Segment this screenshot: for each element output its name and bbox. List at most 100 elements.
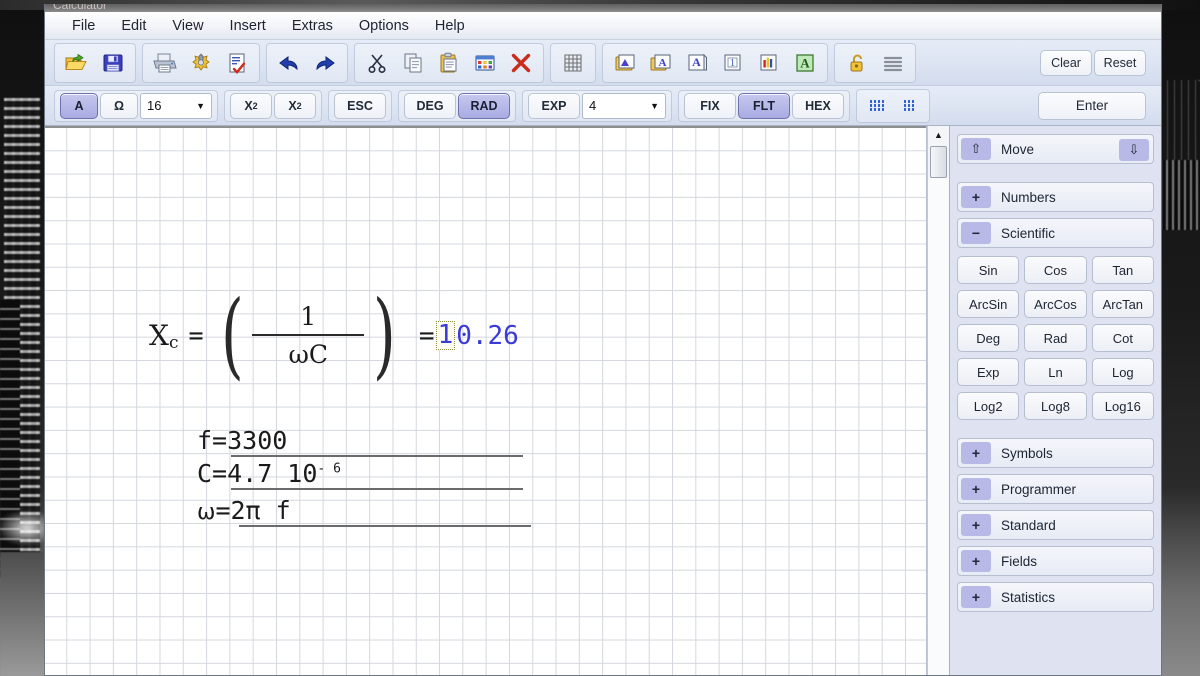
undo-icon[interactable] (272, 46, 306, 80)
result-selected-digit[interactable]: 1 (435, 321, 456, 351)
save-icon[interactable] (96, 46, 130, 80)
sci-button-log2[interactable]: Log2 (957, 392, 1020, 420)
dot-grid-small-icon[interactable] (862, 92, 892, 120)
menu-item-edit[interactable]: Edit (108, 15, 159, 37)
scroll-up-icon[interactable]: ▲ (929, 126, 949, 144)
lines-icon[interactable] (876, 46, 910, 80)
vertical-scrollbar[interactable]: ▲ (927, 126, 949, 675)
superscript-button[interactable]: X2 (230, 92, 272, 119)
result-equals: = (418, 320, 435, 351)
chart-icon[interactable] (752, 46, 786, 80)
print-setup-icon[interactable] (184, 46, 218, 80)
green-text-icon[interactable]: A (788, 46, 822, 80)
section-fields-toggle[interactable]: + (961, 550, 991, 572)
sci-button-arccos[interactable]: ArcCos (1024, 290, 1087, 318)
section-scientific-toggle[interactable]: − (961, 222, 991, 244)
sci-button-ln[interactable]: Ln (1024, 358, 1087, 386)
section-fields[interactable]: + Fields (957, 546, 1154, 576)
equation-result[interactable]: = 1 0.26 (419, 321, 519, 351)
main-equation[interactable]: Xc = ( 1 ωC ) = 1 0.26 (149, 289, 519, 382)
dot-grid-large-icon[interactable] (894, 92, 924, 120)
section-programmer[interactable]: + Programmer (957, 474, 1154, 504)
enter-button[interactable]: Enter (1038, 91, 1146, 120)
paste-icon[interactable] (432, 46, 466, 80)
deg-button[interactable]: DEG (404, 92, 456, 119)
print-icon[interactable] (148, 46, 182, 80)
copy-icon[interactable] (396, 46, 430, 80)
sci-button-exp[interactable]: Exp (957, 358, 1020, 386)
sci-button-log8[interactable]: Log8 (1024, 392, 1087, 420)
section-programmer-toggle[interactable]: + (961, 478, 991, 500)
superscript-exponent: 2 (252, 100, 258, 111)
menu-item-extras[interactable]: Extras (279, 15, 346, 37)
scientific-button-grid: Sin Cos Tan ArcSin ArcCos ArcTan Deg Rad… (957, 256, 1154, 420)
section-statistics-toggle[interactable]: + (961, 586, 991, 608)
window-title-bar[interactable]: Calculator (45, 4, 1161, 12)
menu-item-file[interactable]: File (59, 15, 108, 37)
paste-table-icon[interactable] (468, 46, 502, 80)
clear-button[interactable]: Clear (1040, 49, 1092, 76)
open-icon[interactable] (60, 46, 94, 80)
f-definition-text: f=3300 (197, 426, 288, 455)
sci-button-arcsin[interactable]: ArcSin (957, 290, 1020, 318)
section-standard[interactable]: + Standard (957, 510, 1154, 540)
hex-button[interactable]: HEX (792, 92, 844, 119)
toolbar-group-file (54, 42, 136, 83)
flt-button[interactable]: FLT (738, 92, 790, 119)
arrow-up-icon[interactable]: ⇧ (961, 138, 991, 160)
f-definition[interactable]: f=3300 (197, 426, 523, 457)
font-style-button[interactable]: A (60, 92, 98, 119)
number-box-icon[interactable]: 1 (716, 46, 750, 80)
sci-button-tan[interactable]: Tan (1091, 256, 1154, 284)
scrollbar-thumb[interactable] (930, 146, 947, 178)
menu-item-options[interactable]: Options (346, 15, 422, 37)
exp-button[interactable]: EXP (528, 92, 580, 119)
text-box-icon[interactable]: A (680, 46, 714, 80)
sci-button-cot[interactable]: Cot (1091, 324, 1154, 352)
section-scientific[interactable]: − Scientific (957, 218, 1154, 248)
section-standard-toggle[interactable]: + (961, 514, 991, 536)
section-symbols[interactable]: + Symbols (957, 438, 1154, 468)
c-definition[interactable]: C=4.7 10- 6 (197, 459, 523, 490)
sci-button-deg[interactable]: Deg (957, 324, 1020, 352)
menu-item-help[interactable]: Help (422, 15, 478, 37)
main-toolbar: A A 1 A Clear Reset (45, 40, 1161, 86)
scrollbar-track[interactable] (928, 178, 949, 675)
omega-definition[interactable]: ω=2π f (197, 496, 531, 527)
sci-button-log[interactable]: Log (1091, 358, 1154, 386)
symbol-omega-button[interactable]: Ω (100, 92, 138, 119)
reset-button[interactable]: Reset (1094, 49, 1146, 76)
rad-button[interactable]: RAD (458, 92, 510, 119)
sci-button-rad[interactable]: Rad (1024, 324, 1087, 352)
sci-button-arctan[interactable]: ArcTan (1091, 290, 1154, 318)
delete-icon[interactable] (504, 46, 538, 80)
menu-item-insert[interactable]: Insert (217, 15, 279, 37)
move-bar[interactable]: ⇧ Move ⇩ (957, 134, 1154, 164)
sci-button-cos[interactable]: Cos (1024, 256, 1087, 284)
redo-icon[interactable] (308, 46, 342, 80)
canvas-grid-background (45, 126, 926, 675)
lock-icon[interactable] (840, 46, 874, 80)
fraction-numerator: 1 (300, 302, 317, 332)
esc-button[interactable]: ESC (334, 92, 386, 119)
section-numbers[interactable]: + Numbers (957, 182, 1154, 212)
insert-graphic-icon[interactable] (608, 46, 642, 80)
font-size-select[interactable]: 16 ▼ (140, 92, 212, 119)
precision-select[interactable]: 4 ▼ (582, 92, 666, 119)
sci-button-log16[interactable]: Log16 (1091, 392, 1154, 420)
fix-button[interactable]: FIX (684, 92, 736, 119)
menu-item-view[interactable]: View (159, 15, 216, 37)
toolbar-group-exp: EXP 4 ▼ (522, 89, 672, 122)
insert-text-icon[interactable]: A (644, 46, 678, 80)
section-symbols-toggle[interactable]: + (961, 442, 991, 464)
section-statistics[interactable]: + Statistics (957, 582, 1154, 612)
print-preview-icon[interactable] (220, 46, 254, 80)
grid-icon[interactable] (556, 46, 590, 80)
section-numbers-toggle[interactable]: + (961, 186, 991, 208)
subscript-button[interactable]: X2 (274, 92, 316, 119)
arrow-down-icon[interactable]: ⇩ (1119, 139, 1149, 161)
formula-canvas[interactable]: Xc = ( 1 ωC ) =10.26 f=3300 C=4.7 10- (45, 126, 927, 675)
cut-icon[interactable] (360, 46, 394, 80)
font-size-value: 16 (147, 98, 162, 113)
sci-button-sin[interactable]: Sin (957, 256, 1020, 284)
